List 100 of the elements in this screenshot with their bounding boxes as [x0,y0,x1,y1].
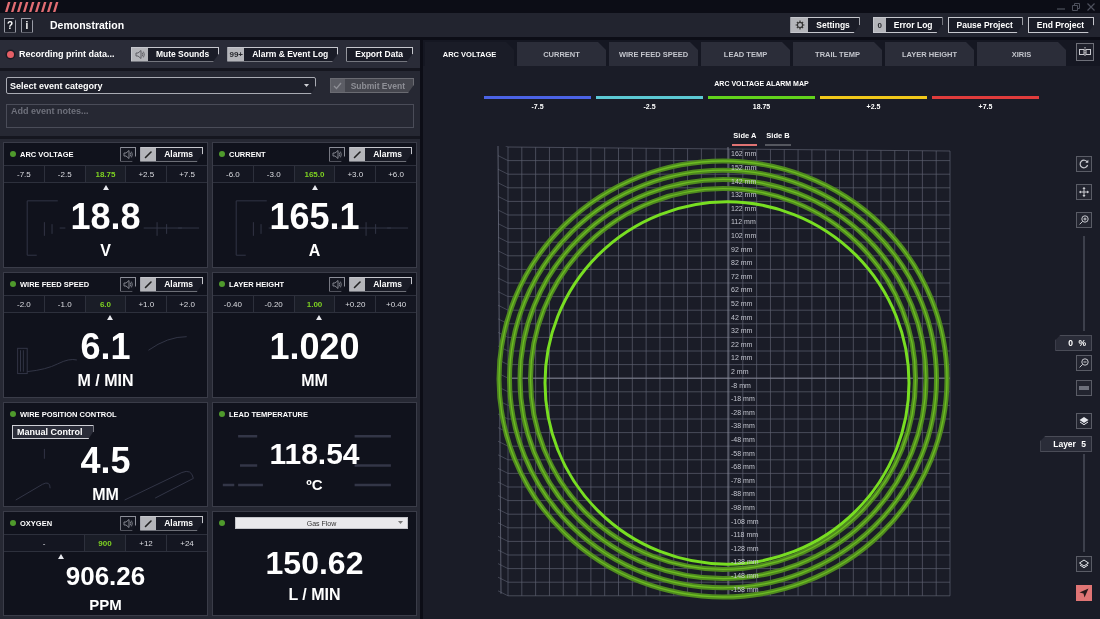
threshold-cell: -3.0 [253,166,295,182]
reading-unit: A [308,243,321,259]
threshold-cell: +12 [126,535,167,551]
layers-button[interactable] [1076,413,1092,429]
status-dot-icon [219,281,225,287]
zoom-in-icon [1079,215,1089,225]
split-view-icon [1079,46,1091,57]
minus-button[interactable] [1076,380,1092,396]
threshold-cell: +1.0 [126,296,168,312]
minus-icon [1079,386,1089,390]
help-button[interactable]: ? [4,17,16,33]
move-button[interactable] [1076,184,1092,200]
mute-button[interactable] [329,276,346,292]
threshold-cell: +3.0 [335,166,377,182]
caret-icon [304,84,309,87]
recording-status: Recording print data... [19,49,115,59]
alarm-count: 99+ [228,47,245,61]
reading-unit: M / MIN [77,373,134,389]
speaker-icon [123,279,134,289]
threshold-cell: -2.0 [4,296,45,312]
threshold-cell: 1.00 [294,296,336,312]
speaker-icon [332,279,343,289]
reading-unit: MM [301,373,328,389]
rotate-button[interactable] [1076,156,1092,172]
threshold-cell: +2.5 [126,166,168,182]
threshold-cell: +6.0 [376,166,416,182]
threshold-cell: -1.0 [44,296,86,312]
status-dot-icon [10,411,16,417]
app-logo [5,1,59,12]
threshold-cell: +0.40 [376,296,416,312]
info-button[interactable]: i [21,17,33,33]
toolbar-button[interactable]: Export Data [346,46,413,62]
header-button[interactable]: End Project [1027,17,1094,33]
gear-icon [791,18,809,32]
alarms-button[interactable]: Alarms [140,276,203,292]
threshold-cell: 6.0 [85,296,127,312]
alarms-button[interactable]: Alarms [349,276,412,292]
caret-icon [398,521,403,524]
event-notes-field[interactable]: Add event notes... [6,104,414,128]
status-dot-icon [10,281,16,287]
reading-value: 1.020 [269,329,360,365]
threshold-cell: -2.5 [44,166,86,182]
speaker-icon [332,149,343,159]
reading-value: 165.1 [269,199,360,235]
reading-unit: L / MIN [288,586,341,603]
threshold-cell: -6.0 [213,166,254,182]
mute-button[interactable] [329,146,346,162]
error-count: 0 [873,18,886,32]
check-icon [330,79,345,92]
speaker-icon [131,47,148,61]
alarms-button[interactable]: Alarms [140,146,203,162]
zoom-out-button[interactable] [1076,355,1092,371]
mute-button[interactable] [120,146,137,162]
pencil-icon [141,516,157,530]
event-category-select[interactable]: Select event category [6,77,316,94]
zoom-reading: 0 % [1055,335,1092,351]
alarms-button[interactable]: Alarms [349,146,412,162]
zoom-in-button[interactable] [1076,212,1092,228]
layer-reading: Layer 5 [1040,436,1092,452]
project-title: Demonstration [50,19,125,31]
threshold-cell: +7.5 [167,166,207,182]
reading-unit: ºC [306,477,323,492]
navigation-arrow-icon [1079,588,1089,598]
mute-button[interactable] [120,276,137,292]
status-dot-icon [219,151,225,157]
alarms-button[interactable]: Alarms [140,515,203,531]
zoom-out-icon [1079,358,1089,368]
threshold-cell: +0.20 [335,296,377,312]
navigate-button[interactable] [1076,585,1092,601]
header-button[interactable]: Settings [790,17,860,33]
reading-value: 150.62 [265,546,364,579]
threshold-cell: -0.20 [253,296,295,312]
move-icon [1079,187,1089,197]
status-dot-icon [219,520,225,526]
threshold-cell: 165.0 [294,166,336,182]
threshold-cell: 900 [85,535,126,551]
mute-button[interactable] [120,515,137,531]
reading-value: 4.5 [80,442,131,479]
split-view-button[interactable] [1076,42,1094,61]
threshold-cell: -7.5 [4,166,45,182]
layers-outline-icon [1079,559,1089,569]
speaker-icon [123,518,134,528]
reading-value: 6.1 [80,329,131,365]
threshold-cell: +24 [167,535,207,551]
layers-outline-button[interactable] [1076,556,1092,572]
pencil-icon [350,147,366,161]
manual-control-button[interactable]: Manual Control [12,425,94,439]
reading-unit: PPM [89,597,122,612]
pencil-icon [350,277,366,291]
status-dot-icon [219,411,225,417]
reading-value: 118.54 [269,439,360,469]
header-button[interactable]: 0 Error Log [872,17,943,33]
layers-icon [1079,416,1089,426]
header-button[interactable]: Pause Project [947,17,1023,33]
rotate-icon [1079,159,1089,169]
toolbar-button[interactable]: 99+ Alarm & Event Log [227,46,339,62]
toolbar-button[interactable]: Mute Sounds [130,46,220,62]
threshold-cell: +2.0 [167,296,207,312]
reading-unit: V [100,243,111,259]
pencil-icon [141,147,157,161]
